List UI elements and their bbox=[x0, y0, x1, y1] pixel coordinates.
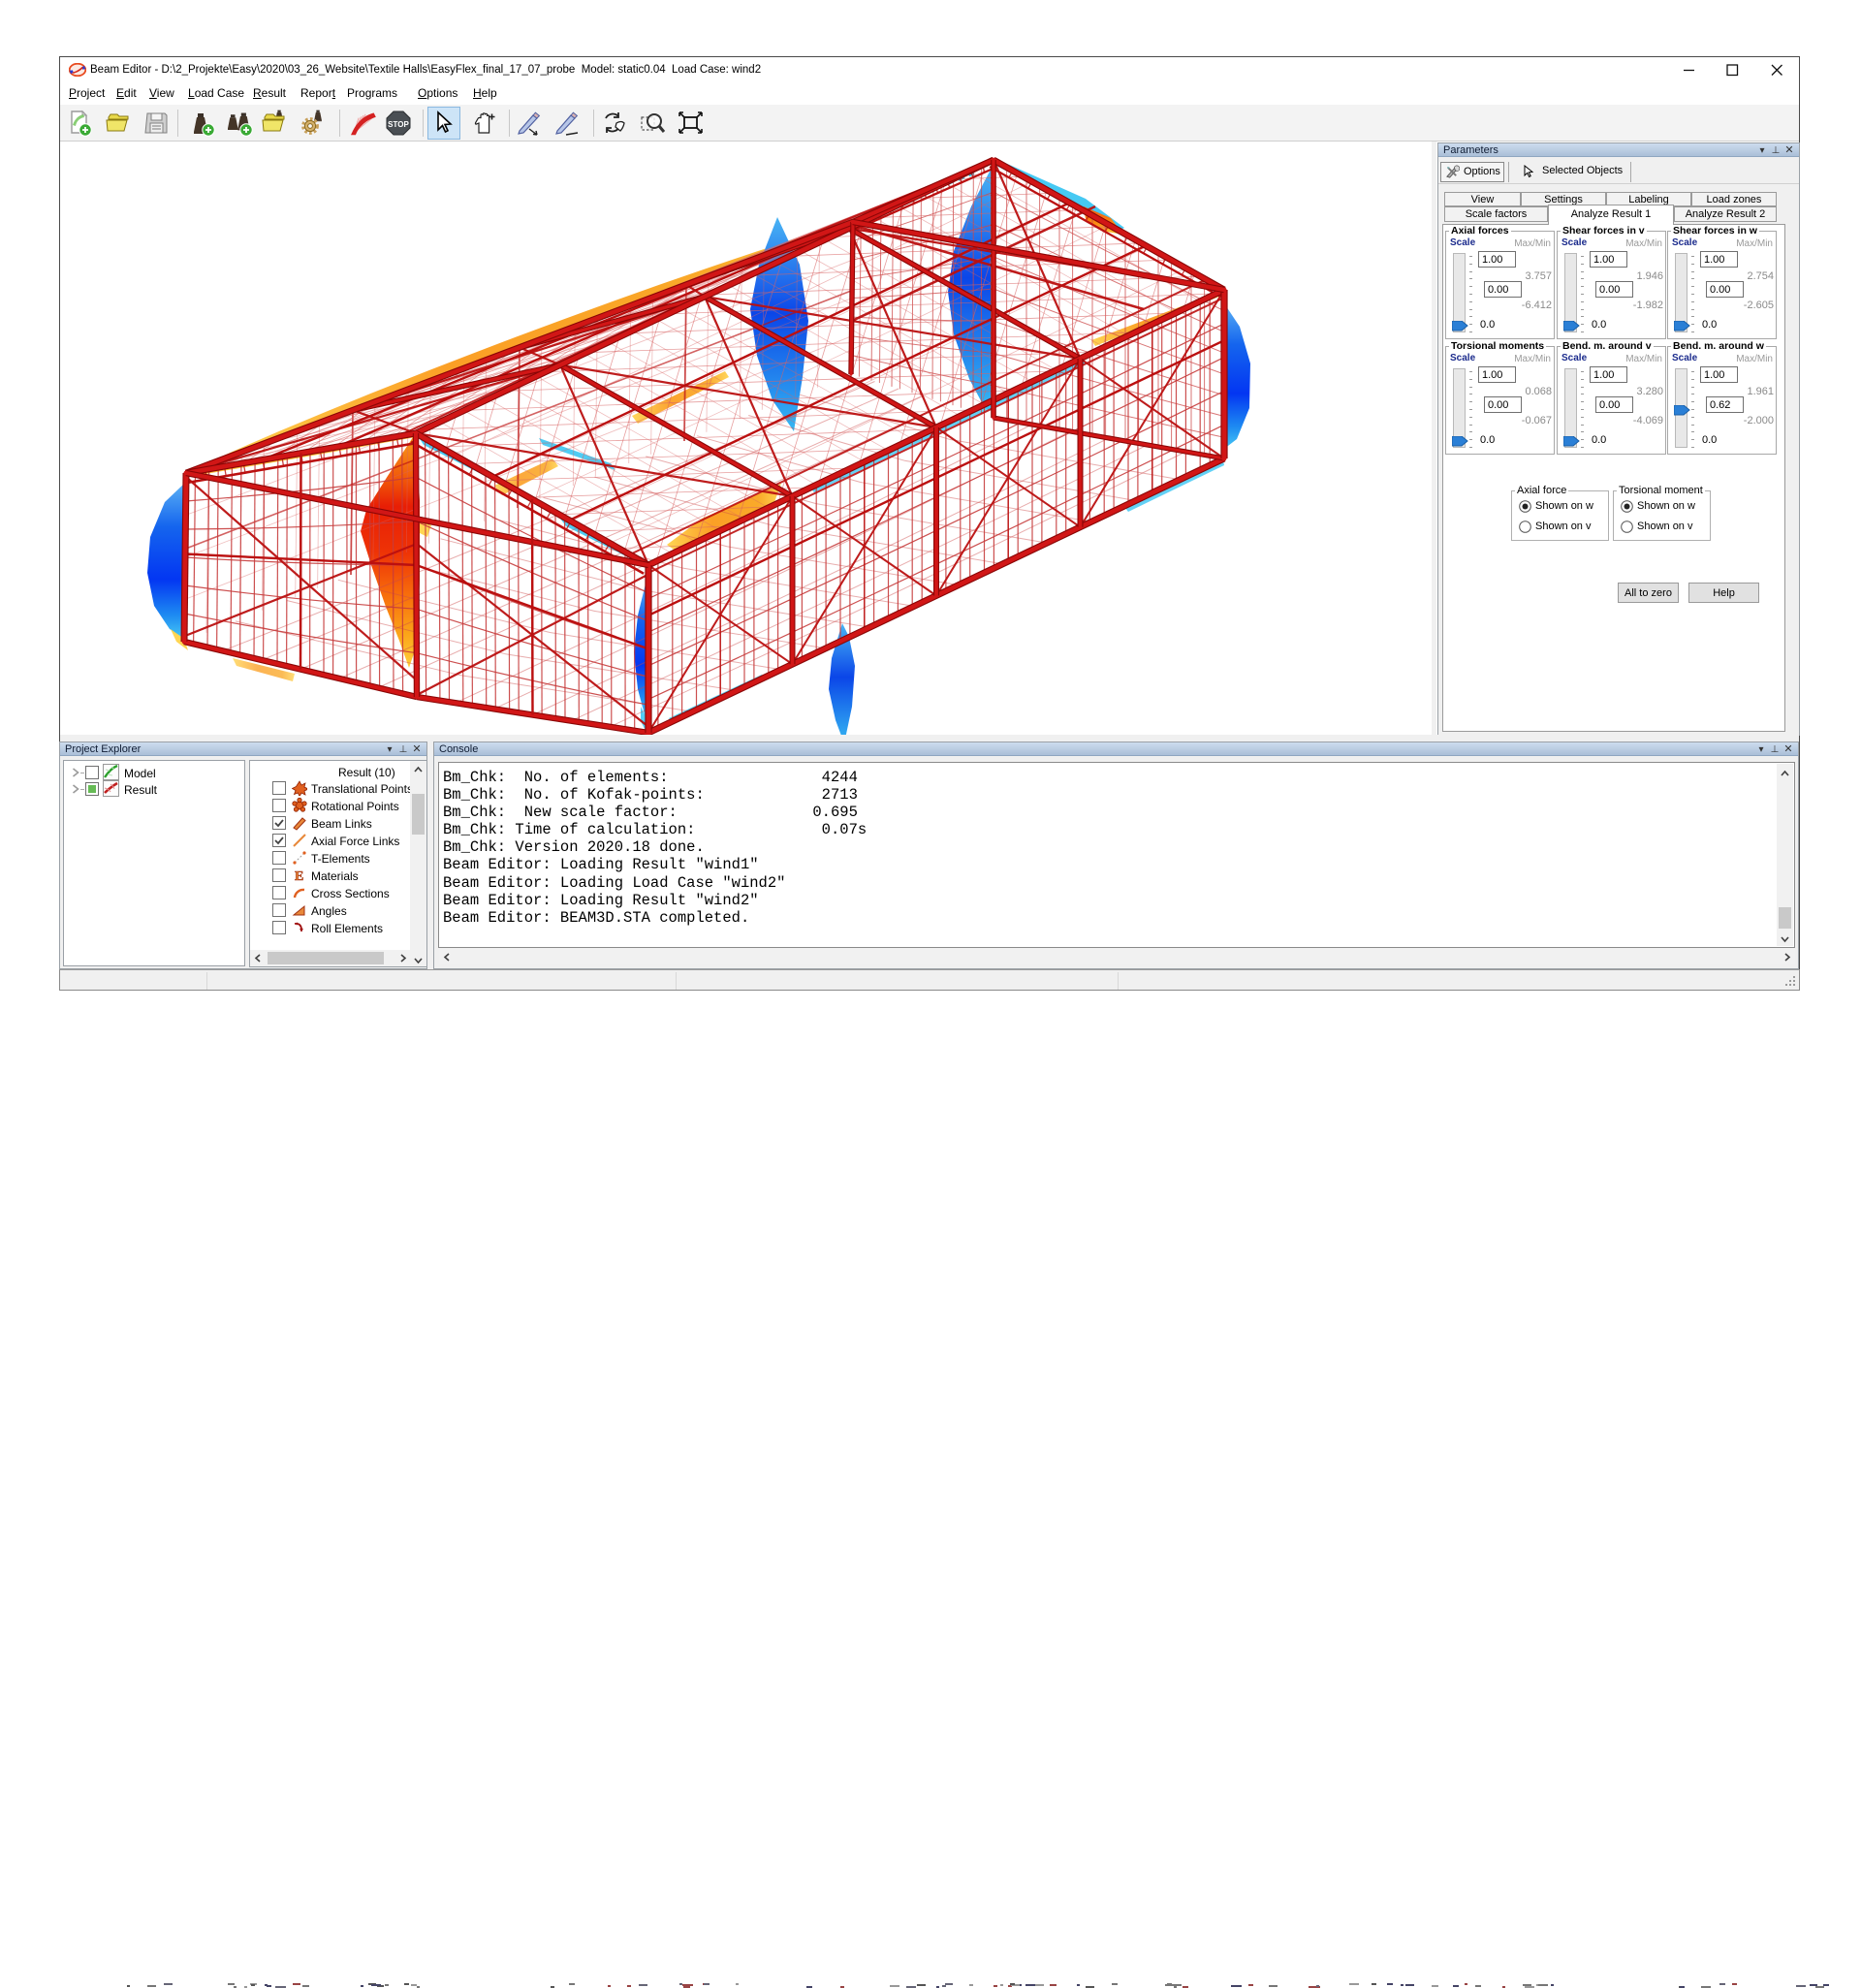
svg-text:E: E bbox=[295, 869, 303, 883]
svg-text:STOP: STOP bbox=[388, 120, 409, 129]
